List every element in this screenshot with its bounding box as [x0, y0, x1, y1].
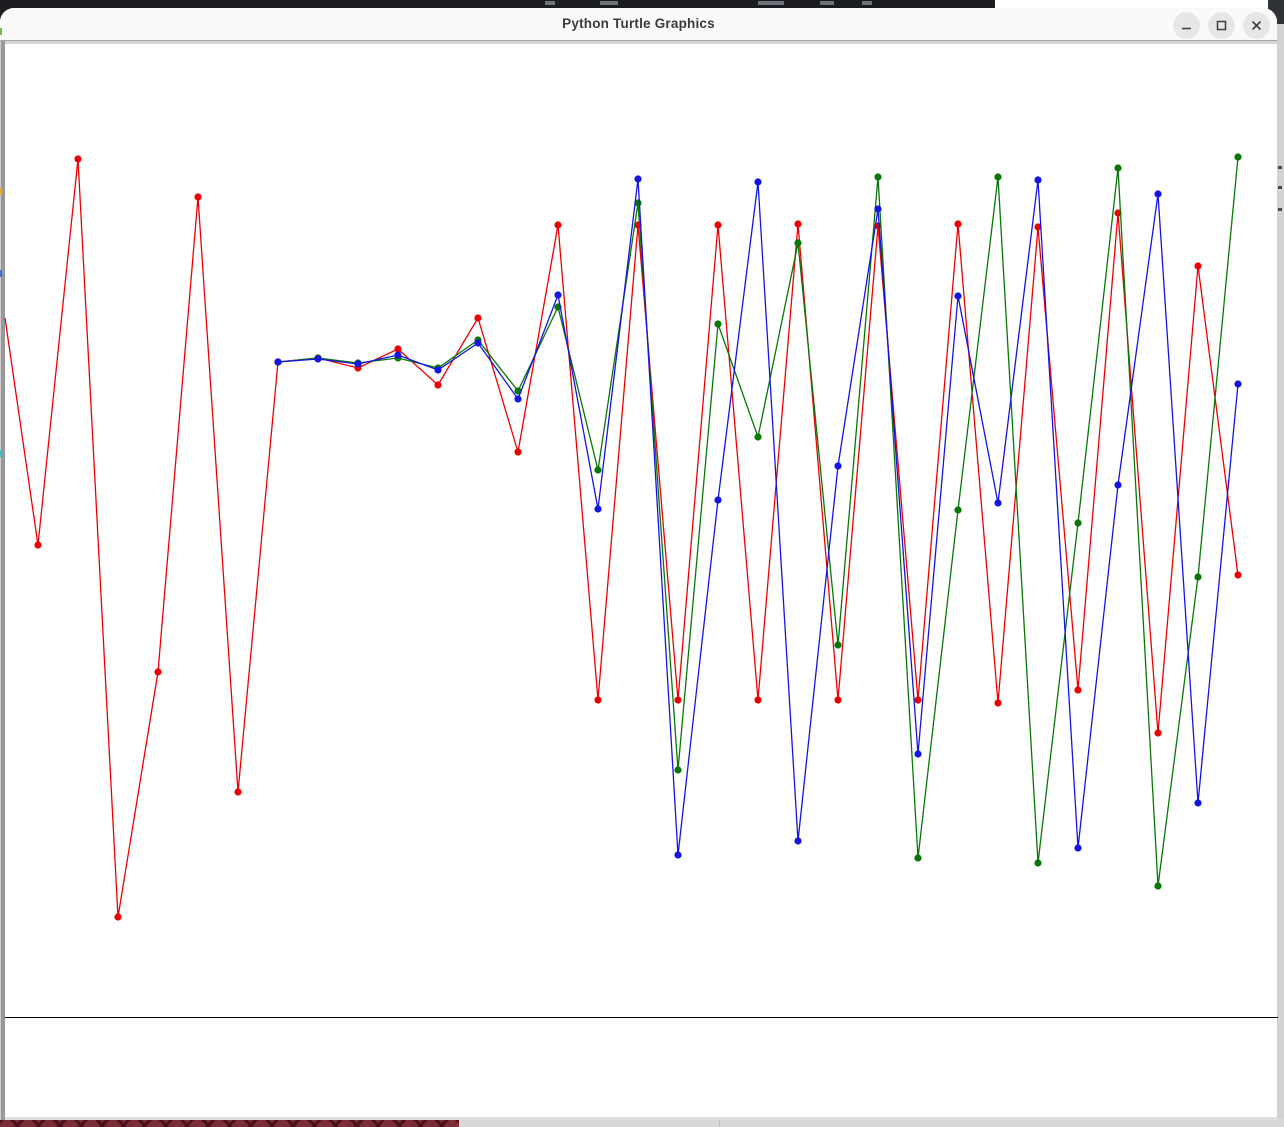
background-app-fragment	[600, 1, 618, 5]
background-app-fragment	[758, 1, 784, 5]
window-content	[0, 40, 1277, 1120]
left-edge-sliver	[0, 450, 2, 457]
close-button[interactable]	[1243, 12, 1270, 39]
screen: Python Turtle Graphics	[0, 0, 1284, 1127]
left-edge-sliver	[0, 28, 2, 35]
background-text-fragment	[1278, 166, 1282, 169]
window-controls	[1173, 12, 1270, 39]
background-window-right-edge	[1277, 24, 1284, 1127]
background-app-fragment	[820, 1, 834, 5]
turtle-canvas	[5, 44, 1277, 1117]
minimize-icon	[1180, 19, 1193, 32]
close-icon	[1250, 19, 1263, 32]
background-text-fragment	[1278, 208, 1282, 211]
maximize-icon	[1215, 19, 1228, 32]
left-edge-sliver	[0, 188, 2, 195]
background-app-fragment	[862, 1, 872, 5]
maximize-button[interactable]	[1208, 12, 1235, 39]
window-title: Python Turtle Graphics	[0, 8, 1277, 40]
background-text-fragment	[1278, 186, 1282, 189]
left-edge-sliver	[0, 270, 2, 277]
turtle-window: Python Turtle Graphics	[0, 8, 1277, 1120]
minimize-button[interactable]	[1173, 12, 1200, 39]
background-app-fragment	[545, 1, 555, 5]
titlebar[interactable]: Python Turtle Graphics	[0, 8, 1277, 40]
